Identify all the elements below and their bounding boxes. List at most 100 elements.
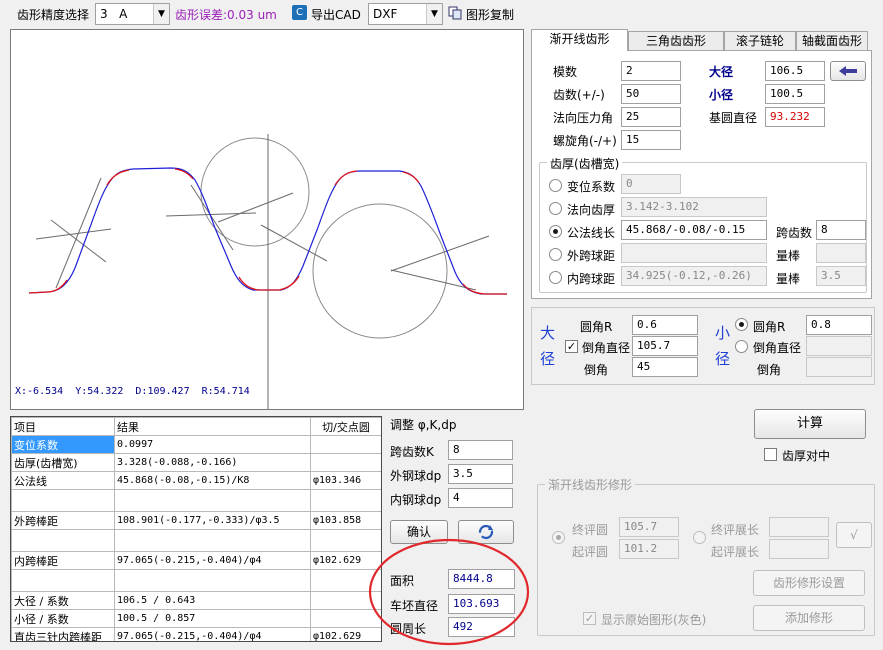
radio-eval-circle[interactable] [552,531,565,544]
big-angle-input[interactable]: 45 [632,357,698,377]
table-row[interactable] [11,529,381,552]
involute-tab-panel: 模数 2 齿数(+/-) 50 法向压力角 25 螺旋角(-/+) 15 大径 … [531,50,872,299]
tab-involute[interactable]: 渐开线齿形 [531,29,628,51]
table-cell-item: 齿厚(齿槽宽) [11,453,115,472]
span-k-label: 跨齿数K [390,445,434,459]
end-length-input[interactable] [769,517,829,537]
pressure-angle-input[interactable]: 25 [621,107,681,127]
table-row[interactable]: 外跨棒距 108.901(-0.177,-0.333)/φ3.5 φ103.85… [11,511,381,530]
table-row[interactable]: 直齿三针内跨棒距 97.065(-0.215,-0.404)/φ4 φ102.6… [11,627,381,641]
teeth-label: 齿数(+/-) [553,88,605,102]
left-arrow-icon [839,66,857,76]
precision-select[interactable]: 3 A ▼ [95,3,170,25]
thickness-group-title: 齿厚(齿槽宽) [547,155,623,172]
adjust-title: 调整 φ,K,dp [390,418,457,432]
export-cad-button[interactable]: 导出CAD [311,6,361,23]
helix-angle-label: 螺旋角(-/+) [553,134,617,148]
span-k-input[interactable]: 8 [448,440,513,460]
apply-diameter-button[interactable] [830,61,866,81]
end-circle-label: 终评圆 [572,523,609,537]
annotation-ellipse [368,538,530,646]
opt-outer-ball-label: 外跨球距 [567,249,616,263]
gear-profile-canvas[interactable]: X:-6.534 Y:54.322 D:109.427 R:54.714 [10,29,524,410]
modification-settings-button[interactable]: 齿形修形设置 [753,570,865,596]
calculate-button[interactable]: 计算 [754,409,866,439]
big-fillet-input[interactable]: 0.6 [632,315,698,335]
start-length-label: 起评展长 [711,545,760,559]
chevron-down-icon: ▼ [426,4,442,24]
common-normal-input[interactable]: 45.868/-0.08/-0.15 [621,220,767,240]
start-circle-input[interactable]: 101.2 [619,539,679,559]
tab-roller-chain[interactable]: 滚子链轮 [724,31,796,51]
table-cell-value [114,569,311,592]
minor-diameter-input[interactable]: 100.5 [765,84,825,104]
start-length-input[interactable] [769,539,829,559]
results-table-panel[interactable]: 项目 结果 切/交点圆 变位系数 0.0997 齿厚(齿槽宽) 3.328(-0… [10,416,382,642]
table-cell-circle: φ103.346 [310,471,381,490]
small-angle-input[interactable] [806,357,872,377]
tooth-error-label: 齿形误差:0.03 um [175,8,277,22]
radio-inner-ball[interactable] [549,271,562,284]
inner-rod-label: 量棒 [776,272,801,286]
small-fillet-input[interactable]: 0.8 [806,315,872,335]
major-diameter-input[interactable]: 106.5 [765,61,825,81]
copy-graphic-button[interactable]: 图形复制 [466,6,514,23]
radio-outer-ball[interactable] [549,248,562,261]
outer-ball-label: 外钢球dp [390,469,442,483]
apply-modification-button[interactable]: √ [836,522,872,548]
end-circle-input[interactable]: 105.7 [619,517,679,537]
table-cell-value [114,489,311,512]
show-original-checkbox[interactable]: ✓ [583,612,596,625]
opt-modification-label: 变位系数 [567,180,616,194]
radio-small-fillet[interactable] [735,318,748,331]
big-chamfer-checkbox[interactable]: ✓ [565,340,578,353]
format-select[interactable]: DXF ▼ [368,3,443,25]
big-angle-label: 倒角 [584,363,609,377]
tab-triangle[interactable]: 三角齿齿形 [628,31,724,51]
table-cell-item [11,569,115,592]
table-cell-value: 106.5 / 0.643 [114,591,311,610]
radio-normal-thickness[interactable] [549,202,562,215]
radio-small-chamfer[interactable] [735,340,748,353]
show-original-label: 显示原始图形(灰色) [601,613,707,627]
table-row[interactable]: 公法线 45.868(-0.08,-0.15)/K8 φ103.346 [11,471,381,490]
small-chamfer-input[interactable] [806,336,872,356]
small-chamfer-label: 倒角直径 [753,341,802,355]
table-row[interactable]: 齿厚(齿槽宽) 3.328(-0.088,-0.166) [11,453,381,472]
inner-ball-input[interactable]: 4 [448,488,513,508]
table-row[interactable] [11,489,381,512]
helix-angle-input[interactable]: 15 [621,130,681,150]
table-cell-value: 97.065(-0.215,-0.404)/φ4 [114,551,311,570]
table-row[interactable]: 小径 / 系数 100.5 / 0.857 [11,609,381,628]
tab-axial-section[interactable]: 轴截面齿形 [796,31,868,51]
inner-ball-distance-input[interactable]: 34.925(-0.12,-0.26) [621,266,767,286]
radio-common-normal[interactable] [549,225,562,238]
radio-modification-coef[interactable] [549,179,562,192]
big-fillet-label: 圆角R [580,320,613,334]
profile-modification-title: 渐开线齿形修形 [545,476,636,493]
table-row[interactable] [11,569,381,592]
copy-icon[interactable] [448,6,462,20]
table-row[interactable]: 内跨棒距 97.065(-0.215,-0.404)/φ4 φ102.629 [11,551,381,570]
reference-circle-upper [200,137,310,247]
outer-rod-input[interactable] [816,243,866,263]
inner-rod-input[interactable]: 3.5 [816,266,866,286]
results-table: 项目 结果 切/交点圆 变位系数 0.0997 齿厚(齿槽宽) 3.328(-0… [11,417,381,641]
radio-eval-length[interactable] [693,531,706,544]
modification-coef-input[interactable]: 0 [621,174,681,194]
small-angle-label: 倒角 [757,363,782,377]
table-row[interactable]: 大径 / 系数 106.5 / 0.643 [11,591,381,610]
normal-thickness-input[interactable]: 3.142-3.102 [621,197,767,217]
table-cell-item[interactable]: 变位系数 [11,435,115,454]
cursor-coordinates: X:-6.534 Y:54.322 D:109.427 R:54.714 [15,386,250,397]
add-modification-button[interactable]: 添加修形 [753,605,865,631]
outer-ball-distance-input[interactable] [621,243,767,263]
teeth-input[interactable]: 50 [621,84,681,104]
table-row[interactable]: 变位系数 0.0997 [11,435,381,454]
module-input[interactable]: 2 [621,61,681,81]
outer-ball-input[interactable]: 3.5 [448,464,513,484]
cad-export-icon[interactable]: C [292,5,307,20]
span-teeth-input[interactable]: 8 [816,220,866,240]
big-chamfer-input[interactable]: 105.7 [632,336,698,356]
center-thickness-checkbox[interactable] [764,448,777,461]
